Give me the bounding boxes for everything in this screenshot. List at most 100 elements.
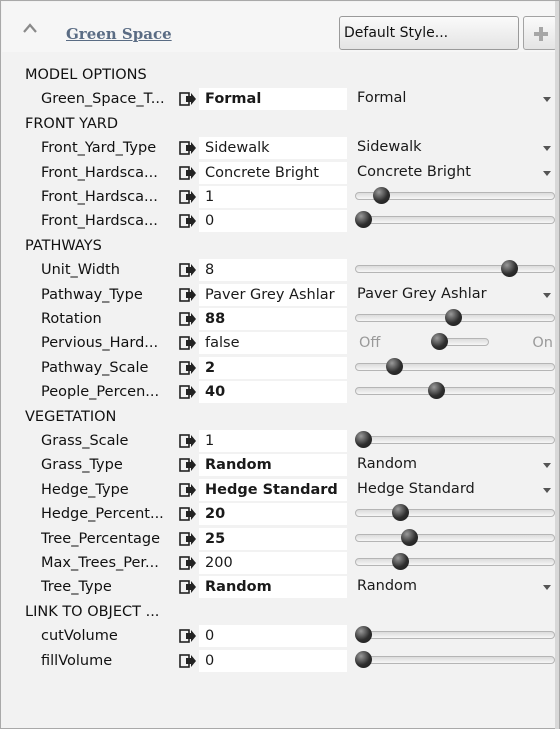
link-arrow-icon[interactable] xyxy=(179,383,197,401)
parameter-value-field[interactable]: 0 xyxy=(199,210,347,232)
parameter-value-field[interactable]: Concrete Bright xyxy=(199,162,347,184)
slider-thumb[interactable] xyxy=(392,504,409,521)
link-arrow-icon[interactable] xyxy=(179,530,197,548)
slider-thumb[interactable] xyxy=(355,211,372,228)
slider-track[interactable] xyxy=(355,631,555,639)
parameter-slider[interactable] xyxy=(355,209,555,233)
link-arrow-icon[interactable] xyxy=(179,627,197,645)
parameter-value-field[interactable]: Formal xyxy=(199,88,347,110)
parameter-value-field[interactable]: Sidewalk xyxy=(199,137,347,159)
slider-track[interactable] xyxy=(355,558,555,566)
link-arrow-icon[interactable] xyxy=(179,164,197,182)
parameter-dropdown[interactable]: Random xyxy=(351,453,557,477)
dropdown-arrow-icon[interactable] xyxy=(543,293,551,298)
dropdown-selected-value: Concrete Bright xyxy=(357,164,471,180)
slider-track[interactable] xyxy=(355,509,555,517)
parameter-value-field[interactable]: Hedge Standard xyxy=(199,479,347,501)
parameter-value-field[interactable]: 1 xyxy=(199,430,347,452)
section-header: FRONT YARD xyxy=(25,116,119,132)
parameter-value-field[interactable]: 0 xyxy=(199,650,347,672)
dropdown-selected-value: Paver Grey Ashlar xyxy=(357,286,487,302)
parameter-slider[interactable] xyxy=(355,527,555,551)
link-arrow-icon[interactable] xyxy=(179,286,197,304)
slider-track[interactable] xyxy=(355,656,555,664)
slider-thumb[interactable] xyxy=(355,431,372,448)
parameter-label: Front_Hardsca... xyxy=(41,165,158,181)
link-arrow-icon[interactable] xyxy=(179,505,197,523)
dropdown-arrow-icon[interactable] xyxy=(543,146,551,151)
slider-track[interactable] xyxy=(355,216,555,224)
slider-track[interactable] xyxy=(355,436,555,444)
parameter-value-field[interactable]: 0 xyxy=(199,625,347,647)
parameter-dropdown[interactable]: Sidewalk xyxy=(351,136,557,160)
parameter-slider[interactable] xyxy=(355,380,555,404)
link-arrow-icon[interactable] xyxy=(179,188,197,206)
parameter-value-field[interactable]: 25 xyxy=(199,528,347,550)
link-arrow-icon[interactable] xyxy=(179,261,197,279)
parameter-value-field[interactable]: false xyxy=(199,332,347,354)
parameter-slider[interactable] xyxy=(355,649,555,673)
scrollbar[interactable] xyxy=(555,1,559,729)
slider-thumb[interactable] xyxy=(392,553,409,570)
link-arrow-icon[interactable] xyxy=(179,432,197,450)
parameter-slider[interactable] xyxy=(355,429,555,453)
parameter-value-field[interactable]: 8 xyxy=(199,259,347,281)
parameter-dropdown[interactable]: Random xyxy=(351,575,557,599)
parameter-value-field[interactable]: 40 xyxy=(199,381,347,403)
link-arrow-icon[interactable] xyxy=(179,652,197,670)
slider-thumb[interactable] xyxy=(445,309,462,326)
slider-track[interactable] xyxy=(355,363,555,371)
link-arrow-icon[interactable] xyxy=(179,359,197,377)
link-arrow-icon[interactable] xyxy=(179,456,197,474)
parameter-value-field[interactable]: 200 xyxy=(199,552,347,574)
parameter-value-field[interactable]: 2 xyxy=(199,357,347,379)
link-arrow-icon[interactable] xyxy=(179,139,197,157)
parameter-value-field[interactable]: Random xyxy=(199,454,347,476)
slider-thumb[interactable] xyxy=(355,651,372,668)
parameter-slider[interactable] xyxy=(355,551,555,575)
parameter-value-field[interactable]: 1 xyxy=(199,186,347,208)
parameter-dropdown[interactable]: Formal xyxy=(351,87,557,111)
dropdown-arrow-icon[interactable] xyxy=(543,171,551,176)
section-header: MODEL OPTIONS xyxy=(25,67,147,83)
parameter-dropdown[interactable]: Concrete Bright xyxy=(351,161,557,185)
dropdown-arrow-icon[interactable] xyxy=(543,463,551,468)
parameter-slider[interactable] xyxy=(355,258,555,282)
link-arrow-icon[interactable] xyxy=(179,334,197,352)
link-arrow-icon[interactable] xyxy=(179,481,197,499)
parameter-slider[interactable] xyxy=(355,356,555,380)
parameter-slider[interactable] xyxy=(355,185,555,209)
slider-track[interactable] xyxy=(355,534,555,542)
link-arrow-icon[interactable] xyxy=(179,212,197,230)
slider-thumb[interactable] xyxy=(428,382,445,399)
slider-track[interactable] xyxy=(355,387,555,395)
parameter-value-field[interactable]: 20 xyxy=(199,503,347,525)
slider-thumb[interactable] xyxy=(501,260,518,277)
slider-thumb[interactable] xyxy=(355,626,372,643)
parameter-toggle[interactable]: Off On xyxy=(355,331,555,355)
link-arrow-icon[interactable] xyxy=(179,310,197,328)
link-arrow-icon[interactable] xyxy=(179,554,197,572)
slider-thumb[interactable] xyxy=(386,358,403,375)
panel-title[interactable]: Green Space xyxy=(66,25,172,43)
parameter-value-field[interactable]: Paver Grey Ashlar xyxy=(199,284,347,306)
slider-thumb[interactable] xyxy=(373,187,390,204)
slider-thumb[interactable] xyxy=(401,529,418,546)
dropdown-arrow-icon[interactable] xyxy=(543,488,551,493)
link-arrow-icon[interactable] xyxy=(179,90,197,108)
default-style-button[interactable]: Default Style... xyxy=(339,16,519,50)
parameter-dropdown[interactable]: Hedge Standard xyxy=(351,478,557,502)
chevron-up-icon[interactable] xyxy=(22,22,38,34)
dropdown-arrow-icon[interactable] xyxy=(543,97,551,102)
add-style-button[interactable] xyxy=(523,16,557,50)
parameter-value-field[interactable]: 88 xyxy=(199,308,347,330)
parameter-slider[interactable] xyxy=(355,307,555,331)
parameter-dropdown[interactable]: Paver Grey Ashlar xyxy=(351,283,557,307)
dropdown-arrow-icon[interactable] xyxy=(543,585,551,590)
parameter-slider[interactable] xyxy=(355,502,555,526)
slider-track[interactable] xyxy=(355,265,555,273)
parameter-slider[interactable] xyxy=(355,624,555,648)
toggle-thumb[interactable] xyxy=(431,333,448,350)
parameter-value-field[interactable]: Random xyxy=(199,576,347,598)
link-arrow-icon[interactable] xyxy=(179,578,197,596)
